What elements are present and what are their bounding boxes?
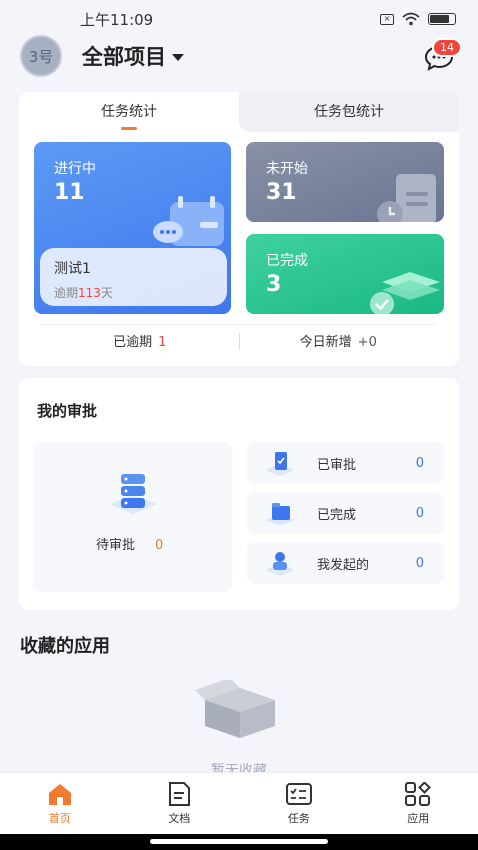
caret-down-icon [172, 53, 184, 61]
status-time: 上午11:09 [80, 10, 154, 29]
stats-tabs: 任务统计 任务包统计 [19, 92, 459, 132]
approval-card: 我的审批 待审批 0 已审批 0 已完成 0 我发起的 0 [19, 378, 459, 610]
sim-icon: × [380, 13, 394, 25]
wifi-icon [402, 12, 420, 26]
approved-row[interactable]: 已审批 0 [247, 442, 444, 484]
empty-box-icon [195, 680, 275, 738]
completed-value: 3 [266, 272, 282, 297]
top-header: 3号 全部项目 14 [0, 34, 478, 78]
approval-completed-count: 0 [415, 505, 424, 521]
status-icons: × [380, 12, 456, 26]
folder-check-icon [265, 503, 295, 526]
overdue-task-title: 测试1 [54, 261, 91, 277]
in-progress-value: 11 [54, 180, 85, 205]
overdue-count[interactable]: 已逾期 1 [41, 331, 239, 350]
new-today-count[interactable]: 今日新增 +0 [240, 331, 438, 350]
approval-title: 我的审批 [37, 402, 98, 420]
project-selector[interactable]: 全部项目 [82, 41, 184, 71]
document-icon [169, 781, 191, 806]
not-started-value: 31 [266, 180, 297, 205]
overdue-task-duration: 逾期113天 [54, 286, 113, 300]
avatar[interactable]: 3号 [20, 35, 62, 77]
approval-completed-label: 已完成 [317, 507, 357, 523]
in-progress-tile[interactable]: 进行中 11 测试1 逾期113天 [34, 142, 231, 314]
tab-documents[interactable]: 文档 [120, 773, 240, 834]
document-clock-icon [377, 174, 436, 222]
calendar-icon [153, 196, 224, 246]
tab-apps[interactable]: 应用 [359, 773, 478, 834]
not-started-label: 未开始 [266, 161, 308, 177]
approved-label: 已审批 [317, 457, 357, 473]
status-bar: 上午11:09 × [0, 0, 478, 38]
server-stack-icon [109, 474, 157, 514]
apps-icon [405, 781, 432, 806]
active-tab-indicator [121, 127, 137, 130]
project-title: 全部项目 [82, 45, 166, 69]
pending-approval-count: 0 [155, 538, 164, 553]
in-progress-label: 进行中 [54, 161, 96, 177]
messages-button[interactable]: 14 [422, 38, 462, 74]
home-icon [48, 783, 71, 805]
stats-footer: 已逾期 1 今日新增 +0 [41, 324, 437, 356]
battery-icon [428, 13, 456, 25]
approved-count: 0 [415, 455, 424, 471]
not-started-tile[interactable]: 未开始 31 [246, 142, 444, 222]
overdue-task-card[interactable]: 测试1 逾期113天 [40, 248, 227, 306]
approval-completed-row[interactable]: 已完成 0 [247, 492, 444, 534]
tab-package-stats[interactable]: 任务包统计 [239, 92, 459, 132]
task-icon [285, 782, 312, 805]
stats-card: 任务统计 任务包统计 进行中 11 测试1 逾期113天 未开始 31 已完成 … [19, 92, 459, 366]
pending-approval-label: 待审批 0 [96, 538, 164, 553]
initiated-label: 我发起的 [317, 557, 370, 573]
completed-label: 已完成 [266, 253, 308, 269]
approved-icon [265, 452, 295, 476]
pending-approval-box[interactable]: 待审批 0 [33, 442, 232, 592]
tab-tasks[interactable]: 任务 [239, 773, 359, 834]
message-badge: 14 [432, 38, 462, 57]
bottom-tabbar: 首页 文档 任务 应用 [0, 772, 478, 834]
tab-home[interactable]: 首页 [0, 773, 120, 834]
system-home-bar [0, 834, 478, 850]
layers-check-icon [370, 272, 440, 314]
tab-task-stats[interactable]: 任务统计 [19, 92, 239, 132]
user-send-icon [265, 552, 295, 576]
initiated-count: 0 [415, 555, 424, 571]
completed-tile[interactable]: 已完成 3 [246, 234, 444, 314]
favorites-title: 收藏的应用 [20, 636, 110, 657]
home-indicator[interactable] [150, 839, 328, 844]
initiated-row[interactable]: 我发起的 0 [247, 542, 444, 584]
